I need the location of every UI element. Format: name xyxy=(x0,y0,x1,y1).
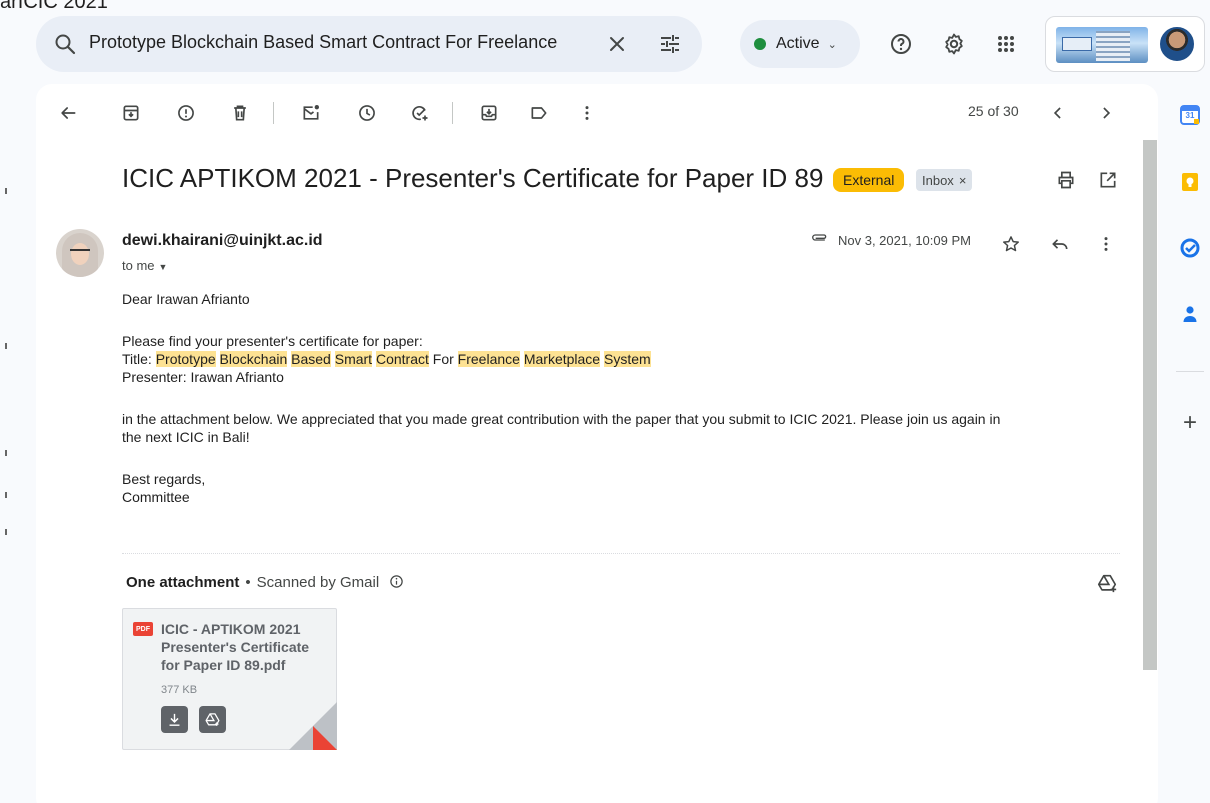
title-line: Title: Prototype Blockchain Based Smart … xyxy=(122,350,1122,368)
close-icon[interactable] xyxy=(604,31,630,57)
search-input[interactable]: Prototype Blockchain Based Smart Contrac… xyxy=(89,32,557,53)
download-button[interactable] xyxy=(161,706,188,733)
organization-logo[interactable] xyxy=(1056,27,1148,63)
status-label: Active xyxy=(776,35,820,52)
calendar-icon[interactable]: 31 xyxy=(1180,105,1200,125)
label-inbox[interactable]: Inbox × xyxy=(916,169,973,191)
open-in-new-window-icon[interactable] xyxy=(1094,166,1122,194)
sender-email[interactable]: dewi.khairani@uinjkt.ac.id xyxy=(122,232,323,250)
title-word: Marketplace xyxy=(523,351,601,367)
body-paragraph-line-1: in the attachment below. We appreciated … xyxy=(122,411,1001,427)
delete-icon[interactable] xyxy=(226,99,254,127)
contacts-icon[interactable] xyxy=(1180,304,1200,324)
chevron-left-icon[interactable] xyxy=(1044,99,1072,127)
save-to-drive-button[interactable] xyxy=(199,706,226,733)
print-icon[interactable] xyxy=(1052,166,1080,194)
status-button[interactable]: Active ⌄ xyxy=(740,20,860,68)
chevron-down-icon: ⌄ xyxy=(827,38,837,51)
edge-mark xyxy=(5,529,7,535)
title-word: Contract xyxy=(375,351,429,367)
gear-icon[interactable] xyxy=(941,31,967,57)
add-addon-icon[interactable]: + xyxy=(1178,411,1202,435)
caret-down-icon[interactable]: ▼ xyxy=(159,262,168,272)
keep-icon[interactable] xyxy=(1180,172,1200,192)
help-icon[interactable] xyxy=(888,31,914,57)
separator-dot: • xyxy=(245,574,251,591)
download-icon xyxy=(169,713,180,726)
recipient-label: to me xyxy=(122,258,155,273)
side-panel-divider xyxy=(1176,371,1204,372)
pdf-corner-decoration xyxy=(313,726,337,750)
info-icon[interactable] xyxy=(389,574,404,589)
report-spam-icon[interactable] xyxy=(172,99,200,127)
paper-title: Prototype Blockchain Based Smart Contrac… xyxy=(155,351,651,367)
more-vert-icon[interactable] xyxy=(573,99,601,127)
email-body: Dear Irawan Afrianto Please find your pr… xyxy=(122,290,1122,506)
add-to-drive-icon[interactable] xyxy=(1094,570,1120,596)
status-dot-icon xyxy=(754,38,766,50)
edge-mark xyxy=(5,492,7,498)
title-word: Based xyxy=(291,351,331,367)
edge-mark xyxy=(5,188,7,194)
message-counter: 25 of 30 xyxy=(968,103,1019,119)
title-label: Title: xyxy=(122,351,156,367)
avatar[interactable] xyxy=(1158,25,1196,63)
recipient-details[interactable]: to me ▼ xyxy=(122,258,167,273)
label-inbox-text: Inbox xyxy=(922,172,954,188)
remove-label-icon[interactable]: × xyxy=(959,173,967,188)
presenter-line: Presenter: Irawan Afrianto xyxy=(122,369,284,385)
search-icon[interactable] xyxy=(52,31,78,57)
add-to-drive-icon xyxy=(205,713,220,726)
attachment-icon xyxy=(806,227,832,253)
closing-line: Best regards, xyxy=(122,471,206,487)
top-edge-text: arICIC 2021 xyxy=(0,0,108,13)
title-word: Smart xyxy=(334,351,373,367)
title-word: Freelance xyxy=(457,351,520,367)
attachment-filename[interactable]: ICIC - APTIKOM 2021 Presenter's Certific… xyxy=(161,620,331,674)
title-word: System xyxy=(603,351,651,367)
email-subject: ICIC APTIKOM 2021 - Presenter's Certific… xyxy=(122,163,824,193)
move-to-icon[interactable] xyxy=(475,99,503,127)
signature: Committee xyxy=(122,489,190,505)
edge-mark xyxy=(5,343,7,349)
scan-status: Scanned by Gmail xyxy=(256,574,380,591)
apps-icon[interactable] xyxy=(993,31,1019,57)
greeting: Dear Irawan Afrianto xyxy=(122,291,250,307)
star-icon[interactable] xyxy=(997,230,1025,258)
chevron-right-icon[interactable] xyxy=(1092,99,1120,127)
toolbar-divider xyxy=(452,102,453,124)
label-external: External xyxy=(833,168,905,192)
reply-icon[interactable] xyxy=(1046,230,1074,258)
more-vert-icon[interactable] xyxy=(1092,230,1120,258)
back-arrow-icon[interactable] xyxy=(54,99,82,127)
edge-mark xyxy=(5,450,7,456)
intro-line: Please find your presenter's certificate… xyxy=(122,333,423,349)
tasks-icon[interactable] xyxy=(1180,238,1200,258)
snooze-icon[interactable] xyxy=(353,99,381,127)
add-to-tasks-icon[interactable] xyxy=(406,99,434,127)
toolbar-divider xyxy=(273,102,274,124)
archive-icon[interactable] xyxy=(117,99,145,127)
mark-unread-icon[interactable] xyxy=(297,99,325,127)
title-word: Blockchain xyxy=(219,351,288,367)
attachment-size: 377 KB xyxy=(161,684,198,696)
email-date: Nov 3, 2021, 10:09 PM xyxy=(838,233,971,248)
attachment-header: One attachment • Scanned by Gmail xyxy=(126,574,404,591)
calendar-day: 31 xyxy=(1185,111,1195,120)
pdf-icon: PDF xyxy=(133,622,153,636)
attachment-divider xyxy=(122,553,1120,554)
sender-avatar[interactable] xyxy=(56,229,104,277)
title-word: Prototype xyxy=(155,351,216,367)
body-paragraph-line-2: the next ICIC in Bali! xyxy=(122,429,250,445)
attachment-count: One attachment xyxy=(126,574,240,591)
scrollbar[interactable] xyxy=(1143,140,1157,670)
label-icon[interactable] xyxy=(525,99,553,127)
title-word: For xyxy=(432,351,454,367)
search-options-icon[interactable] xyxy=(657,31,683,57)
